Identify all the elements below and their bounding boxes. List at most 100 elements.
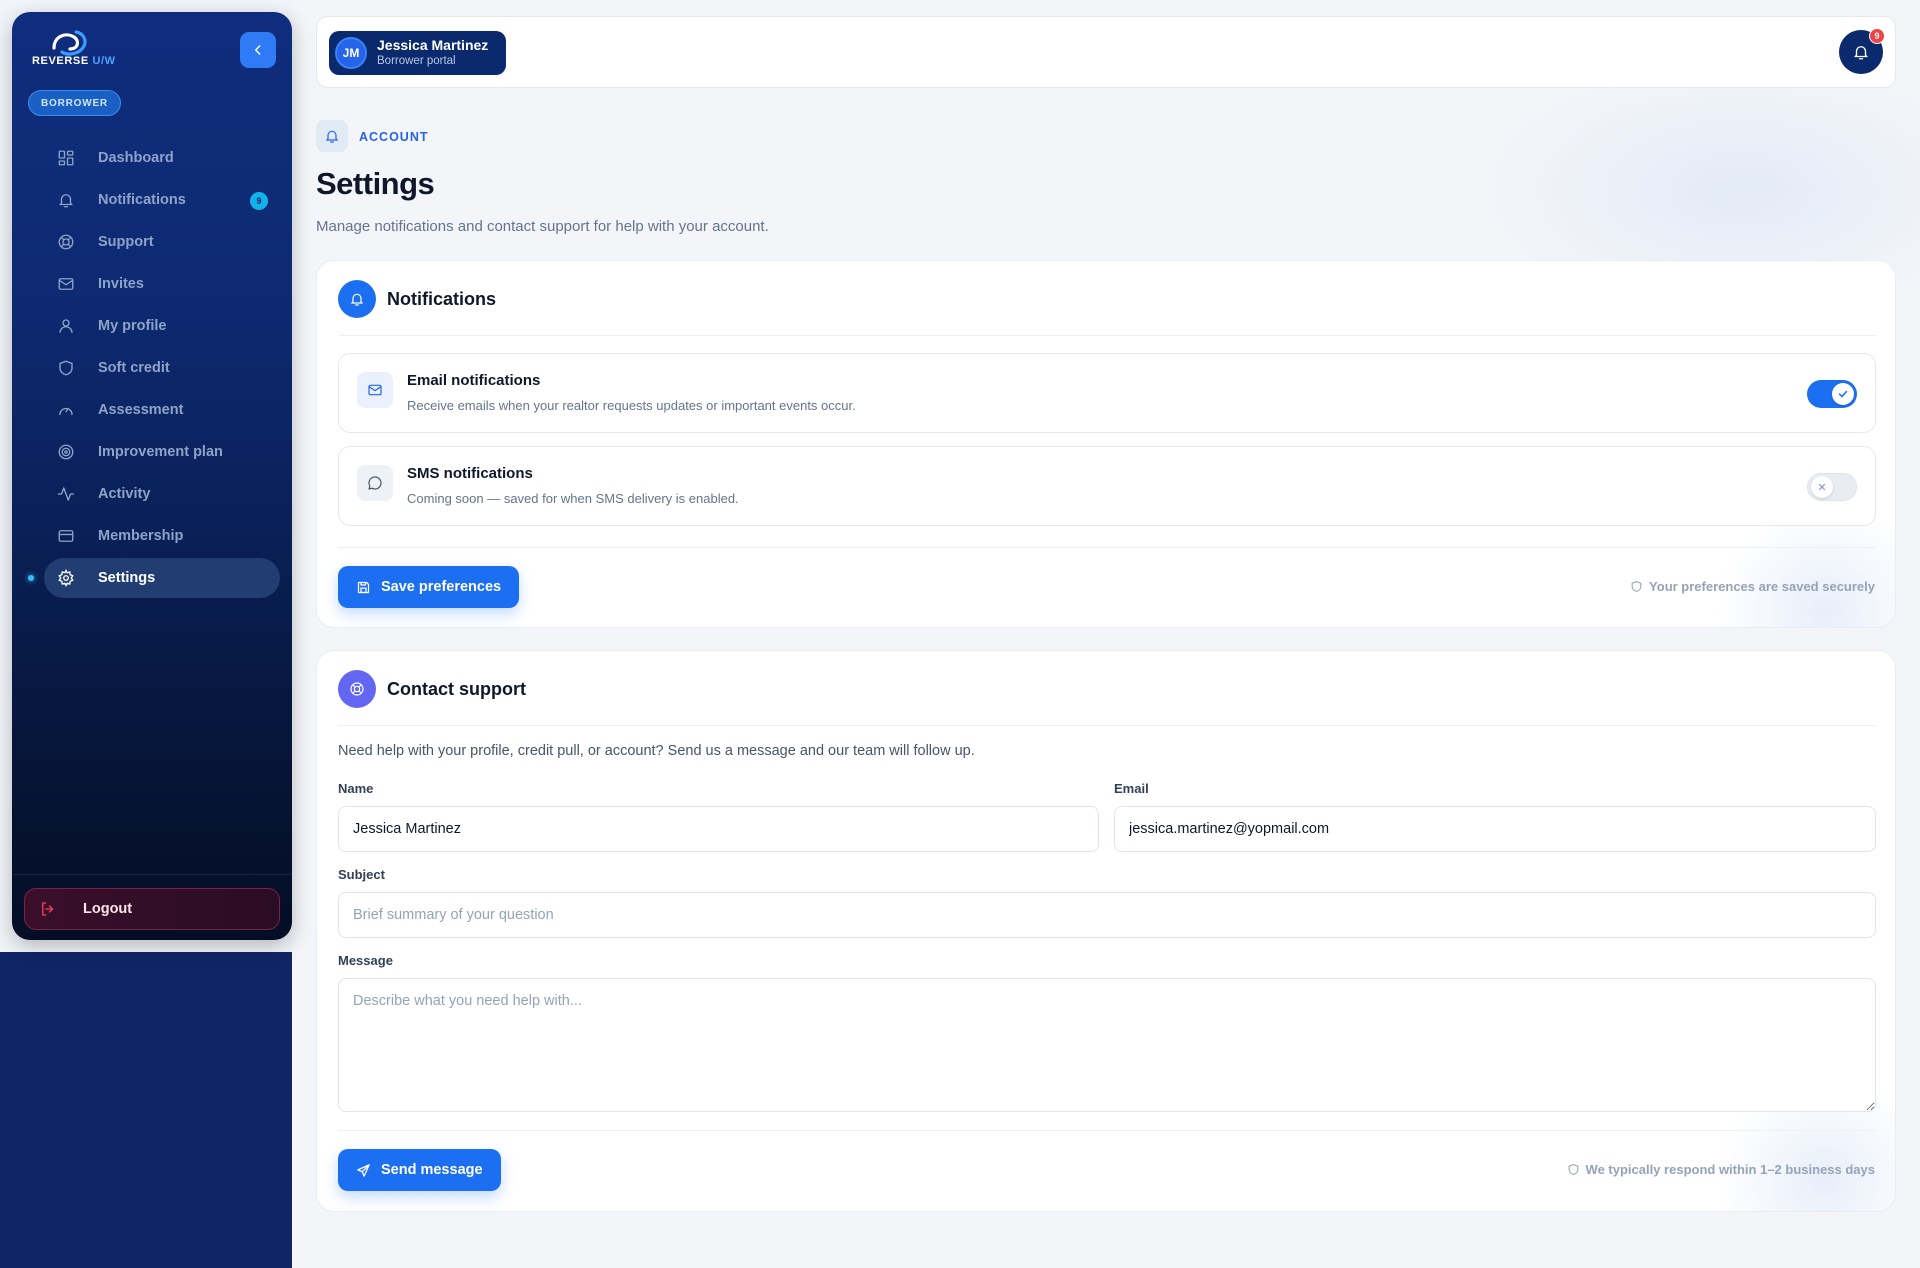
sms-notifications-toggle[interactable] — [1807, 473, 1857, 501]
notifications-button[interactable]: 9 — [1839, 28, 1885, 74]
contact-support-card: Contact support Need help with your prof… — [316, 650, 1896, 1212]
button-label: Save preferences — [381, 579, 502, 595]
topbar: JM Jessica Martinez Borrower portal 9 — [316, 16, 1896, 88]
pref-title: Email notifications — [407, 372, 541, 389]
name-field[interactable] — [338, 806, 1099, 852]
sidebar-item-membership[interactable]: Membership — [44, 516, 280, 556]
sidebar-item-label: Invites — [98, 276, 144, 292]
bell-icon — [325, 130, 339, 143]
brand-wordmark: REVERSE U/W — [32, 55, 116, 67]
message-field[interactable] — [338, 978, 1876, 1112]
shield-icon — [1630, 580, 1643, 593]
toggle-knob — [1832, 383, 1854, 405]
email-field[interactable] — [1114, 806, 1876, 852]
notification-count-badge: 9 — [250, 192, 268, 210]
page-title: Settings — [316, 166, 435, 201]
chevron-left-icon — [254, 45, 261, 55]
user-chip[interactable]: JM Jessica Martinez Borrower portal — [329, 31, 507, 75]
sidebar-item-support[interactable]: Support — [44, 222, 280, 262]
lifebuoy-icon — [56, 232, 76, 252]
security-footnote: Your preferences are saved securely — [1630, 579, 1875, 594]
sms-notifications-row: SMS notifications Coming soon — saved fo… — [338, 446, 1876, 526]
sidebar-item-label: Notifications — [98, 192, 186, 208]
check-icon — [1838, 390, 1848, 398]
sidebar-item-settings[interactable]: Settings — [28, 558, 280, 598]
sidebar-nav: Dashboard Notifications 9 Support Invite… — [28, 138, 280, 600]
sidebar-item-label: Assessment — [98, 402, 184, 418]
sidebar-item-my-profile[interactable]: My profile — [44, 306, 280, 346]
user-icon — [56, 316, 76, 336]
pref-description: Coming soon — saved for when SMS deliver… — [407, 491, 739, 506]
send-message-button[interactable]: Send message — [338, 1149, 501, 1191]
user-name: Jessica Martinez — [377, 37, 489, 53]
eyebrow-label: ACCOUNT — [359, 130, 429, 144]
toggle-knob — [1811, 476, 1833, 498]
gear-icon — [56, 568, 76, 588]
save-preferences-button[interactable]: Save preferences — [338, 566, 520, 608]
message-label: Message — [338, 953, 393, 968]
sidebar-item-activity[interactable]: Activity — [44, 474, 280, 514]
avatar: JM — [335, 37, 367, 69]
sidebar: REVERSE U/W BORROWER Dashboard Notificat… — [12, 12, 292, 940]
divider — [338, 335, 1876, 336]
mail-icon — [56, 274, 76, 294]
button-label: Send message — [381, 1162, 483, 1178]
activity-icon — [56, 484, 76, 504]
sidebar-divider — [12, 874, 292, 875]
sidebar-item-label: Activity — [98, 486, 151, 502]
active-indicator-dot — [28, 575, 34, 581]
card-icon — [338, 670, 376, 708]
divider — [338, 547, 1876, 548]
logout-button[interactable]: Logout — [24, 888, 280, 930]
pref-description: Receive emails when your realtor request… — [407, 398, 856, 413]
logout-icon — [39, 900, 57, 918]
divider — [338, 725, 1876, 726]
role-badge: BORROWER — [28, 90, 121, 116]
notifications-card: Notifications Email notifications Receiv… — [316, 260, 1896, 628]
save-icon — [356, 580, 371, 595]
eyebrow-icon-box — [316, 120, 348, 152]
sidebar-item-label: My profile — [98, 318, 167, 334]
card-icon — [338, 280, 376, 318]
sidebar-item-dashboard[interactable]: Dashboard — [44, 138, 280, 178]
notification-count-badge: 9 — [1869, 28, 1885, 44]
name-label: Name — [338, 781, 374, 796]
sidebar-item-label: Soft credit — [98, 360, 170, 376]
sidebar-item-improvement-plan[interactable]: Improvement plan — [44, 432, 280, 472]
grid-icon — [56, 148, 76, 168]
sidebar-item-notifications[interactable]: Notifications 9 — [44, 180, 280, 220]
chat-icon — [357, 465, 393, 501]
email-notifications-toggle[interactable] — [1807, 380, 1857, 408]
bell-icon — [1854, 46, 1868, 60]
collapse-sidebar-button[interactable] — [240, 32, 276, 68]
logout-label: Logout — [83, 901, 133, 917]
send-icon — [356, 1163, 371, 1178]
sidebar-item-invites[interactable]: Invites — [44, 264, 280, 304]
email-notifications-row: Email notifications Receive emails when … — [338, 353, 1876, 433]
target-icon — [56, 442, 76, 462]
sidebar-item-assessment[interactable]: Assessment — [44, 390, 280, 430]
pref-title: SMS notifications — [407, 465, 533, 482]
gauge-icon — [56, 400, 76, 420]
card-icon — [56, 526, 76, 546]
divider — [338, 1130, 1876, 1131]
response-time-footnote: We typically respond within 1–2 business… — [1567, 1162, 1875, 1177]
sidebar-item-label: Membership — [98, 528, 184, 544]
subject-field[interactable] — [338, 892, 1876, 938]
sidebar-item-label: Improvement plan — [98, 444, 223, 460]
card-title: Notifications — [387, 289, 497, 309]
sidebar-item-label: Dashboard — [98, 150, 174, 166]
footnote-text: We typically respond within 1–2 business… — [1585, 1162, 1875, 1177]
page-subtitle: Manage notifications and contact support… — [316, 218, 769, 235]
footnote-text: Your preferences are saved securely — [1649, 579, 1875, 594]
card-title: Contact support — [387, 679, 526, 699]
sidebar-item-soft-credit[interactable]: Soft credit — [44, 348, 280, 388]
lifebuoy-icon — [350, 682, 364, 696]
sidebar-backdrop — [0, 952, 292, 1268]
shield-icon — [1567, 1163, 1580, 1176]
email-label: Email — [1114, 781, 1149, 796]
mail-icon — [357, 372, 393, 408]
shield-icon — [56, 358, 76, 378]
help-text: Need help with your profile, credit pull… — [338, 743, 975, 759]
x-icon — [1818, 483, 1826, 491]
